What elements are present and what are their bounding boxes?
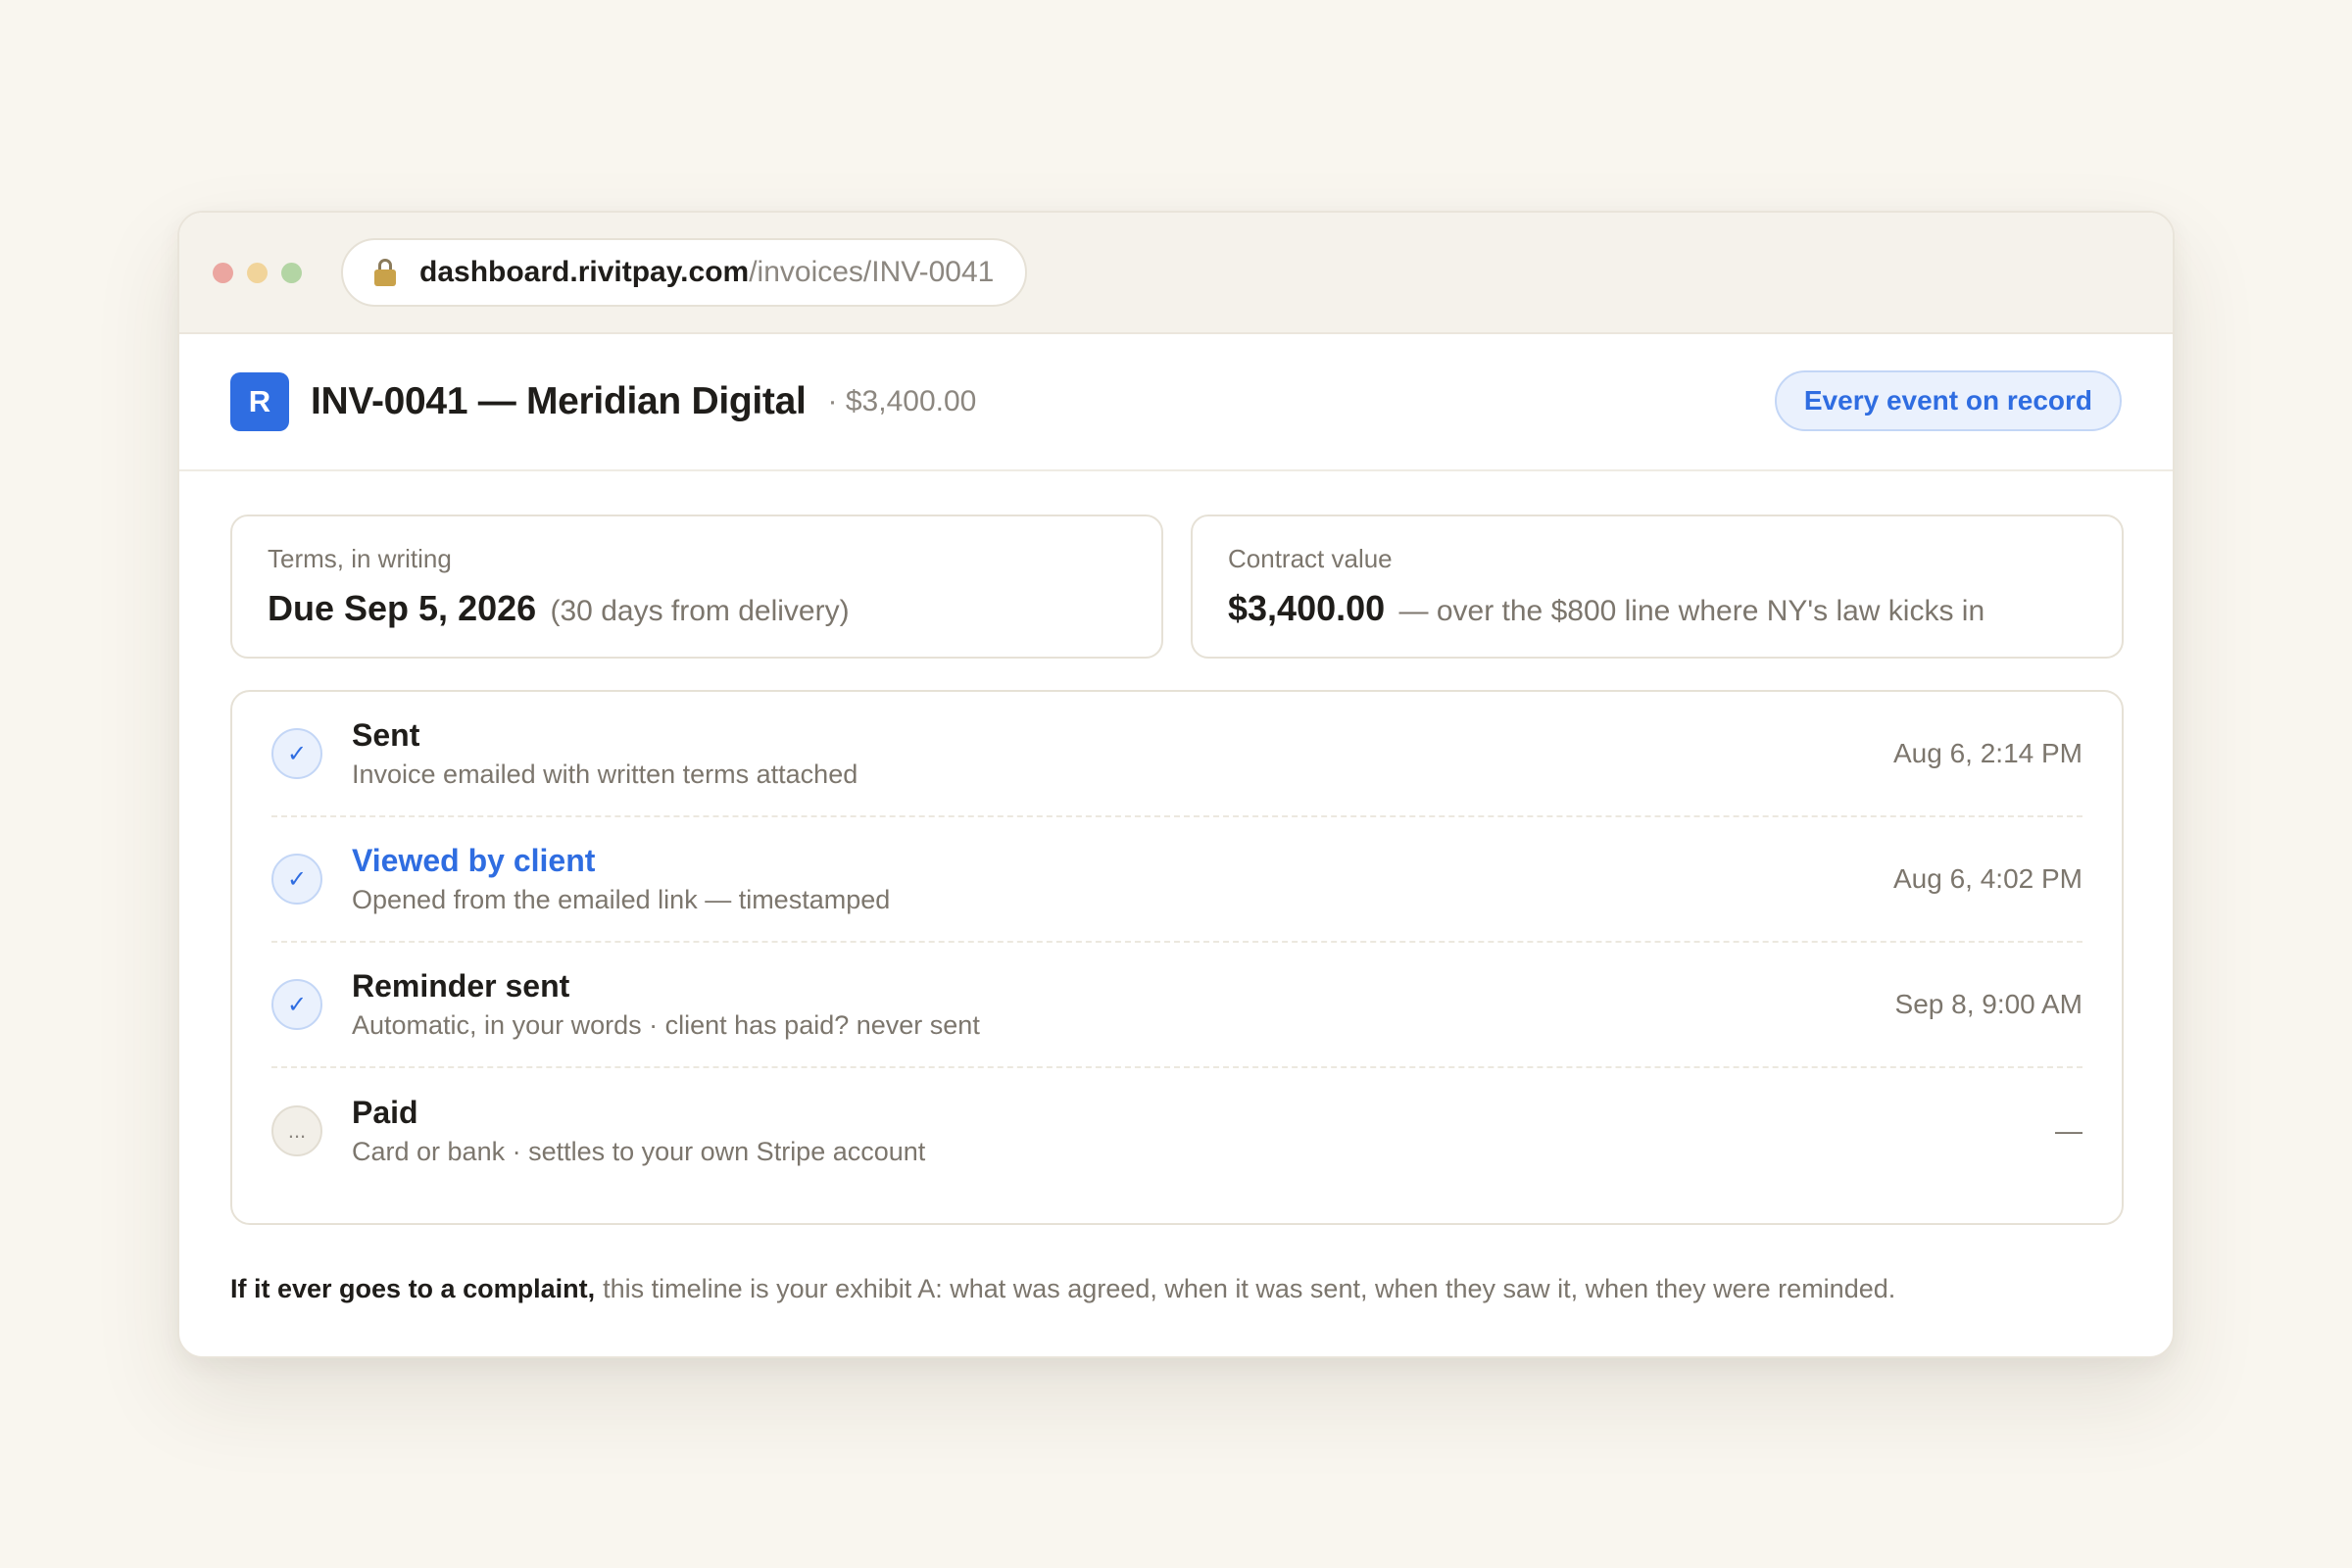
event-timeline: ✓ Sent Invoice emailed with written term… — [230, 690, 2124, 1225]
event-description: Opened from the emailed link — timestamp… — [352, 885, 891, 914]
page-title: INV-0041 — Meridian Digital — [311, 380, 807, 422]
browser-chrome: dashboard.rivitpay.com/invoices/INV-0041 — [179, 213, 2173, 334]
footer-note: If it ever goes to a complaint, this time… — [230, 1274, 1895, 1304]
timeline-event-sent[interactable]: ✓ Sent Invoice emailed with written term… — [271, 692, 2082, 817]
url-host: dashboard.rivitpay.com — [419, 256, 750, 288]
contract-value: $3,400.00 — [1228, 588, 1386, 628]
minimize-window-dot[interactable] — [247, 262, 268, 283]
event-timestamp: — — [2055, 1115, 2082, 1146]
event-title: Paid — [352, 1095, 418, 1130]
address-bar[interactable]: dashboard.rivitpay.com/invoices/INV-0041 — [341, 238, 1028, 307]
contract-card: Contract value $3,400.00 — over the $800… — [1191, 514, 2124, 659]
url-path: /invoices/INV-0041 — [749, 256, 995, 288]
terms-label: Terms, in writing — [268, 544, 452, 573]
timeline-event-viewed[interactable]: ✓ Viewed by client Opened from the email… — [271, 817, 2082, 943]
event-timestamp: Aug 6, 4:02 PM — [1892, 863, 2082, 894]
event-description: Card or bank · settles to your own Strip… — [352, 1137, 926, 1166]
contract-value-row: $3,400.00 — over the $800 line where NY'… — [1228, 588, 2086, 629]
footer-text: this timeline is your exhibit A: what wa… — [603, 1274, 1896, 1303]
pending-ellipsis-icon: ... — [271, 1105, 322, 1156]
event-title: Reminder sent — [352, 968, 570, 1004]
maximize-window-dot[interactable] — [281, 262, 302, 283]
close-window-dot[interactable] — [213, 262, 233, 283]
timeline-event-reminder[interactable]: ✓ Reminder sent Automatic, in your words… — [271, 943, 2082, 1068]
invoice-amount: · $3,400.00 — [827, 385, 977, 417]
browser-window: dashboard.rivitpay.com/invoices/INV-0041… — [177, 211, 2175, 1358]
info-cards: Terms, in writing Due Sep 5, 2026 (30 da… — [230, 514, 2124, 659]
lock-icon — [374, 259, 396, 286]
check-icon: ✓ — [271, 854, 322, 905]
contract-label: Contract value — [1228, 544, 1393, 573]
contract-note: — over the $800 line where NY's law kick… — [1398, 595, 1985, 627]
app-logo: R — [230, 372, 289, 431]
invoice-header: R INV-0041 — Meridian Digital · $3,400.0… — [179, 334, 2173, 471]
check-icon: ✓ — [271, 728, 322, 779]
terms-note: (30 days from delivery) — [550, 595, 850, 627]
terms-card: Terms, in writing Due Sep 5, 2026 (30 da… — [230, 514, 1163, 659]
event-title: Sent — [352, 717, 420, 753]
terms-due-date: Due Sep 5, 2026 — [268, 588, 537, 628]
check-icon: ✓ — [271, 979, 322, 1030]
event-title: Viewed by client — [352, 843, 596, 878]
terms-value-row: Due Sep 5, 2026 (30 days from delivery) — [268, 588, 1126, 629]
event-timestamp: Aug 6, 2:14 PM — [1892, 738, 2082, 768]
timeline-event-paid[interactable]: ... Paid Card or bank · settles to your … — [271, 1068, 2082, 1194]
event-description: Automatic, in your words · client has pa… — [352, 1010, 980, 1040]
footer-lead: If it ever goes to a complaint, — [230, 1274, 596, 1303]
every-event-on-record-button[interactable]: Every event on record — [1774, 370, 2122, 431]
event-description: Invoice emailed with written terms attac… — [352, 760, 858, 789]
event-timestamp: Sep 8, 9:00 AM — [1894, 989, 2082, 1019]
